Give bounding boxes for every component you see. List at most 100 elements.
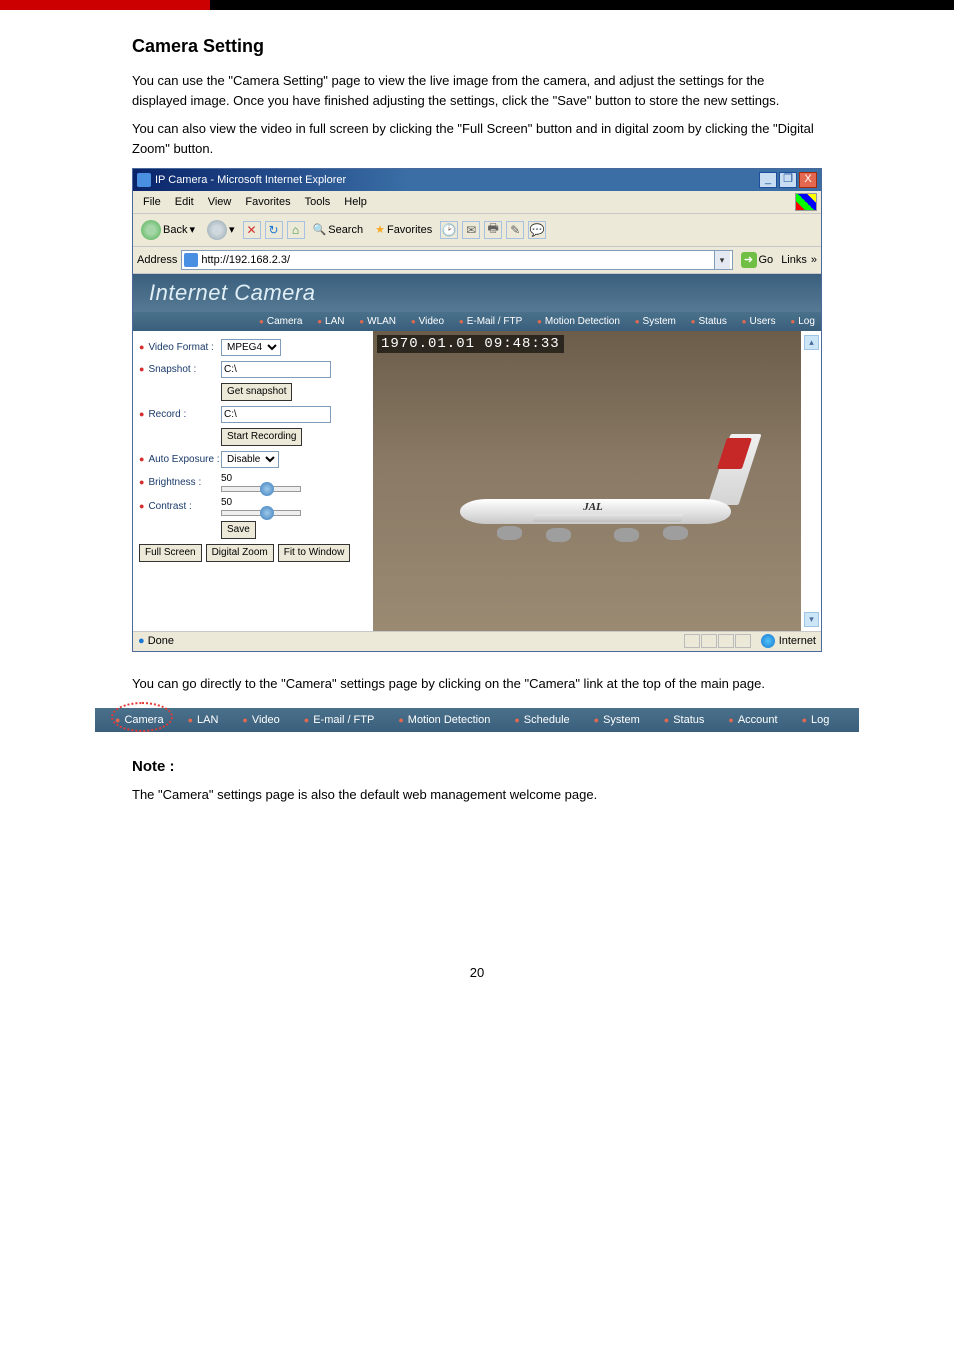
edit-button[interactable]: ✎ <box>506 221 524 239</box>
strip-system[interactable]: System <box>594 714 640 726</box>
snapshot-path-input[interactable] <box>221 361 331 378</box>
slider-thumb-icon[interactable] <box>260 482 274 496</box>
forward-button[interactable]: ▾ <box>203 218 239 242</box>
nav-users[interactable]: Users <box>742 316 776 327</box>
nav-lan[interactable]: LAN <box>317 316 344 327</box>
back-button[interactable]: Back ▾ <box>137 218 199 242</box>
strip-motion[interactable]: Motion Detection <box>398 714 490 726</box>
strip-camera[interactable]: Camera <box>115 714 164 726</box>
strip-video[interactable]: Video <box>242 714 279 726</box>
menu-tools[interactable]: Tools <box>299 195 337 209</box>
auto-exposure-select[interactable]: Disable <box>221 451 279 468</box>
save-button[interactable]: Save <box>221 521 256 539</box>
nav-motion[interactable]: Motion Detection <box>537 316 620 327</box>
contrast-slider[interactable] <box>221 510 301 516</box>
strip-log[interactable]: Log <box>802 714 830 726</box>
video-image: JAL <box>373 331 801 631</box>
start-recording-button[interactable]: Start Recording <box>221 428 302 446</box>
fit-to-window-button[interactable]: Fit to Window <box>278 544 351 562</box>
record-label: Record : <box>139 409 221 420</box>
minimize-button[interactable]: _ <box>759 172 777 188</box>
menu-help[interactable]: Help <box>338 195 373 209</box>
links-label[interactable]: Links <box>781 254 807 266</box>
airline-logo-text: JAL <box>583 501 603 513</box>
video-format-label: Video Format : <box>139 342 221 353</box>
search-button[interactable]: 🔍Search <box>309 221 368 238</box>
app-body: Video Format : MPEG4 Snapshot : x Get sn… <box>133 331 821 631</box>
menu-view[interactable]: View <box>202 195 238 209</box>
page-top-stripe <box>0 0 954 10</box>
strip-lan[interactable]: LAN <box>188 714 219 726</box>
slider-thumb-icon[interactable] <box>260 506 274 520</box>
ie-icon <box>137 173 151 187</box>
menu-edit[interactable]: Edit <box>169 195 200 209</box>
paragraph-1: You can use the "Camera Setting" page to… <box>132 71 822 111</box>
record-path-input[interactable] <box>221 406 331 423</box>
nav-email-ftp[interactable]: E-Mail / FTP <box>459 316 522 327</box>
app-nav: Camera LAN WLAN Video E-Mail / FTP Motio… <box>133 312 821 331</box>
page-icon <box>184 253 198 267</box>
nav-system[interactable]: System <box>635 316 676 327</box>
address-input[interactable]: http://192.168.2.3/ ▾ <box>181 250 732 270</box>
nav-status[interactable]: Status <box>691 316 727 327</box>
mail-button[interactable]: ✉ <box>462 221 480 239</box>
toolbar: Back ▾ ▾ ✕ ↻ ⌂ 🔍Search ★Favorites 🕑 ✉ 🖶 … <box>133 214 821 247</box>
maximize-button[interactable]: ❐ <box>779 172 797 188</box>
stripe-red <box>0 0 210 10</box>
home-button[interactable]: ⌂ <box>287 221 305 239</box>
get-snapshot-button[interactable]: Get snapshot <box>221 383 292 401</box>
airplane-graphic: JAL <box>441 457 749 559</box>
favorites-button[interactable]: ★Favorites <box>371 221 436 238</box>
scroll-down-icon[interactable]: ▾ <box>804 612 819 627</box>
nav-log[interactable]: Log <box>790 316 815 327</box>
url-text: http://192.168.2.3/ <box>201 254 713 266</box>
status-text: Done <box>148 635 174 647</box>
contrast-value: 50 <box>221 497 301 508</box>
status-bar: ● Done Internet <box>133 631 821 651</box>
strip-status[interactable]: Status <box>664 714 705 726</box>
snapshot-label: Snapshot : <box>139 364 221 375</box>
app-header: Internet Camera <box>133 274 821 312</box>
strip-schedule[interactable]: Schedule <box>514 714 569 726</box>
video-timestamp: 1970.01.01 09:48:33 <box>377 335 564 353</box>
windows-flag-icon <box>795 193 817 211</box>
full-screen-button[interactable]: Full Screen <box>139 544 202 562</box>
nav-video[interactable]: Video <box>411 316 444 327</box>
close-button[interactable]: X <box>799 172 817 188</box>
strip-email-ftp[interactable]: E-mail / FTP <box>304 714 375 726</box>
contrast-label: Contrast : <box>139 501 221 512</box>
stripe-black <box>210 0 954 10</box>
go-button[interactable]: ➜Go <box>737 252 778 268</box>
discuss-button[interactable]: 💬 <box>528 221 546 239</box>
note-body: The "Camera" settings page is also the d… <box>132 785 822 805</box>
back-icon <box>141 220 161 240</box>
paragraph-2: You can also view the video in full scre… <box>132 119 822 159</box>
scrollbar[interactable]: ▴ ▾ <box>804 335 819 627</box>
print-button[interactable]: 🖶 <box>484 221 502 239</box>
stop-button[interactable]: ✕ <box>243 221 261 239</box>
search-icon: 🔍 <box>313 223 327 236</box>
camera-webapp: Internet Camera Camera LAN WLAN Video E-… <box>133 274 821 631</box>
nav-camera[interactable]: Camera <box>259 316 302 327</box>
window-title: IP Camera - Microsoft Internet Explorer <box>155 174 346 186</box>
video-format-select[interactable]: MPEG4 <box>221 339 281 356</box>
status-segments <box>684 634 751 648</box>
digital-zoom-button[interactable]: Digital Zoom <box>206 544 274 562</box>
menu-file[interactable]: File <box>137 195 167 209</box>
title-bar: IP Camera - Microsoft Internet Explorer … <box>133 169 821 191</box>
strip-account[interactable]: Account <box>728 714 777 726</box>
browser-window: IP Camera - Microsoft Internet Explorer … <box>132 168 822 652</box>
history-button[interactable]: 🕑 <box>440 221 458 239</box>
nav-wlan[interactable]: WLAN <box>359 316 396 327</box>
auto-exposure-label: Auto Exposure : <box>139 454 221 465</box>
refresh-button[interactable]: ↻ <box>265 221 283 239</box>
nav-strip: Camera LAN Video E-mail / FTP Motion Det… <box>95 708 859 732</box>
star-icon: ★ <box>375 223 385 236</box>
menu-favorites[interactable]: Favorites <box>239 195 296 209</box>
zone-text: Internet <box>779 635 816 647</box>
scroll-up-icon[interactable]: ▴ <box>804 335 819 350</box>
brightness-slider[interactable] <box>221 486 301 492</box>
address-dropdown[interactable]: ▾ <box>714 251 730 269</box>
page-number: 20 <box>0 965 954 980</box>
brightness-value: 50 <box>221 473 301 484</box>
